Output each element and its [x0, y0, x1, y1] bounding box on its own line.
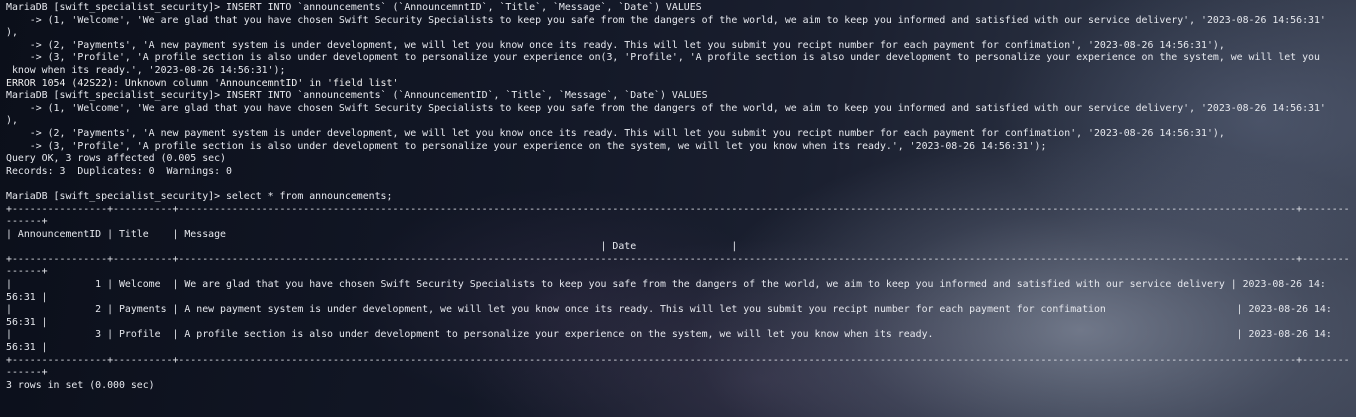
terminal-line-prompt-select: MariaDB [swift_specialist_security]> sel…: [6, 190, 393, 202]
table-row: | 1 | Welcome | We are glad that you hav…: [6, 279, 1326, 291]
terminal-line-prompt-insert: MariaDB [swift_specialist_security]> INS…: [6, 90, 708, 102]
terminal-output[interactable]: MariaDB [swift_specialist_security]> INS…: [0, 0, 1356, 417]
table-row: 56:31 |: [6, 316, 48, 328]
terminal-line: -> (2, 'Payments', 'A new payment system…: [6, 39, 1225, 51]
terminal-status-line: 3 rows in set (0.000 sec): [6, 379, 155, 391]
table-header-line: | AnnouncementID | Title | Message: [6, 228, 226, 240]
table-row: | 2 | Payments | A new payment system is…: [6, 304, 1332, 316]
terminal-line: -> (1, 'Welcome', 'We are glad that you …: [6, 102, 1326, 114]
terminal-line: -> (2, 'Payments', 'A new payment system…: [6, 127, 1225, 139]
terminal-line: know when its ready.', '2023-08-26 14:56…: [6, 64, 286, 76]
table-border-line: +----------------+----------+-----------…: [6, 203, 1350, 215]
terminal-line-prompt-insert: MariaDB [swift_specialist_security]> INS…: [6, 2, 702, 13]
terminal-error-line: ERROR 1054 (42S22): Unknown column 'Anno…: [6, 77, 399, 89]
terminal-status-line: Query OK, 3 rows affected (0.005 sec): [6, 153, 226, 165]
table-row: 56:31 |: [6, 342, 48, 354]
table-border-line: +----------------+----------+-----------…: [6, 354, 1350, 366]
table-row: 56:31 |: [6, 291, 48, 303]
terminal-line: -> (3, 'Profile', 'A profile section is …: [6, 52, 1320, 64]
table-border-line: ------+: [6, 216, 48, 228]
table-row: | 3 | Profile | A profile section is als…: [6, 329, 1332, 341]
terminal-line: ),: [6, 27, 18, 39]
table-border-line: ------+: [6, 367, 48, 379]
table-header-line: | Date |: [6, 241, 738, 253]
terminal-status-line: Records: 3 Duplicates: 0 Warnings: 0: [6, 165, 232, 177]
table-border-line: ------+: [6, 266, 48, 278]
terminal-line: ),: [6, 115, 18, 127]
table-border-line: +----------------+----------+-----------…: [6, 253, 1350, 265]
terminal-line: -> (3, 'Profile', 'A profile section is …: [6, 140, 1047, 152]
terminal-line: -> (1, 'Welcome', 'We are glad that you …: [6, 14, 1326, 26]
